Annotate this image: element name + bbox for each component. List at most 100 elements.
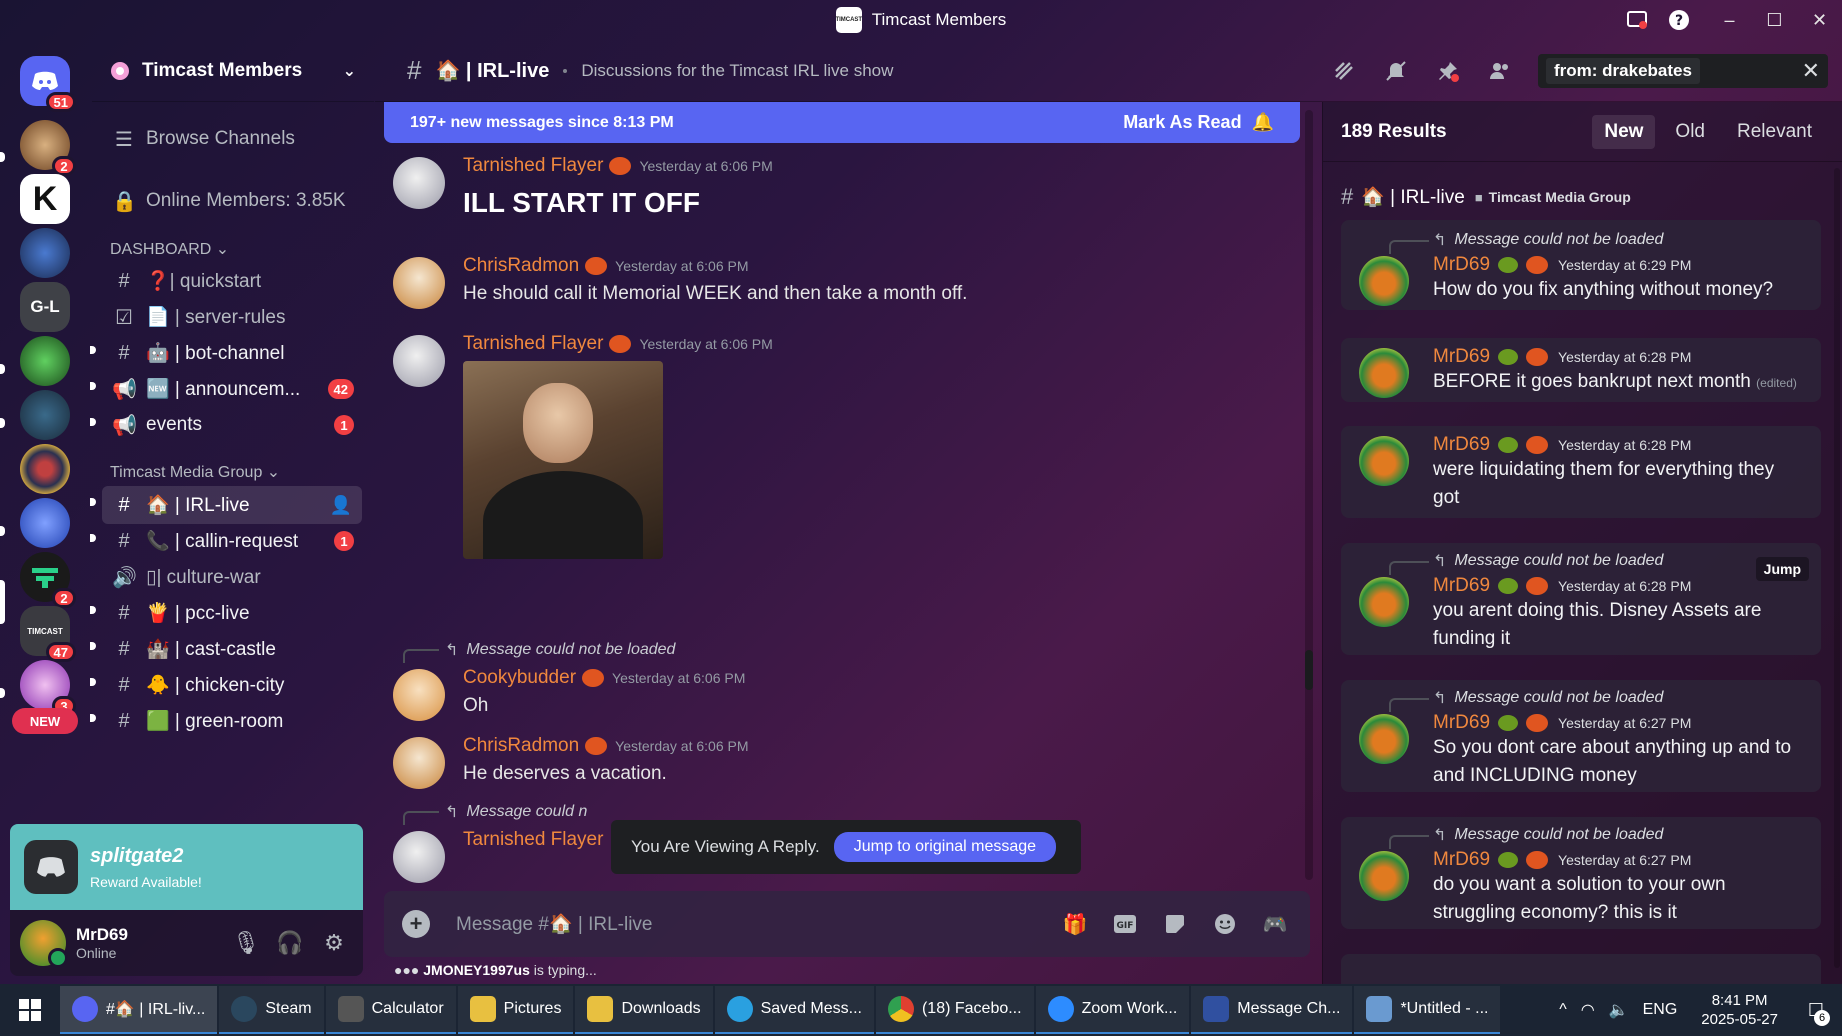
avatar[interactable] [393,669,445,721]
threads-icon[interactable] [1330,57,1358,85]
jump-button[interactable]: Jump [1755,557,1809,581]
taskbar-calculator[interactable]: Calculator [325,986,456,1034]
guild-header[interactable]: Timcast Members ⌄ [92,40,374,102]
avatar[interactable] [393,737,445,789]
chat-scrollbar[interactable] [1305,110,1313,880]
channel-irl-live[interactable]: # 🏠 | IRL-live 👤 [102,486,362,524]
taskbar-pictures[interactable]: Pictures [457,986,574,1034]
gif-icon[interactable]: GIF [1112,911,1138,937]
activities-icon[interactable]: 🎮 [1262,911,1288,937]
server-icon-k[interactable]: K [20,174,70,224]
mark-as-read-button[interactable]: Mark As Read 🔔 [1123,112,1274,133]
message-input[interactable]: Message #🏠 | IRL-live [456,912,653,936]
avatar[interactable] [1359,577,1409,627]
tray-chevron-icon[interactable]: ^ [1559,1001,1567,1019]
search-result[interactable]: ↰ Message could not be loaded MrD69 Yester… [1341,680,1821,792]
microphone-icon[interactable]: 🎙 [231,928,261,958]
server-icon-2[interactable]: 2 [20,120,76,176]
avatar[interactable] [1359,851,1409,901]
results-channel-header[interactable]: # 🏠 | IRL-live ■ Timcast Media Group [1341,184,1631,210]
result-author[interactable]: MrD69 [1433,346,1490,368]
channel-announcements[interactable]: 📢 🆕 | announcem... 42 [102,370,362,408]
channel-green-room[interactable]: # 🟩 | green-room [102,702,362,740]
message-composer[interactable]: + Message #🏠 | IRL-live 🎁 GIF 🎮 [384,891,1310,957]
channel-culture-war[interactable]: 🔊 ▯| culture-war [102,558,362,596]
windows-start-icon[interactable] [0,984,60,1036]
avatar[interactable] [393,831,445,883]
server-icon-9[interactable] [20,498,70,548]
direct-messages-button[interactable]: 51 [20,56,76,112]
notification-mute-icon[interactable] [1382,57,1410,85]
taskbar-telegram[interactable]: Saved Mess... [714,986,874,1034]
wifi-icon[interactable]: ◠ [1581,1000,1595,1020]
avatar[interactable] [393,157,445,209]
server-icon-timcast[interactable]: TIMCAST 47 [20,606,76,662]
member-list-icon[interactable] [1486,57,1514,85]
server-icon-alien[interactable] [20,336,70,386]
server-icon-7[interactable] [20,390,70,440]
search-result[interactable]: MrD69 Yesterday at 6:28 PM BEFORE it goes… [1341,338,1821,402]
gift-icon[interactable]: 🎁 [1062,911,1088,937]
category-media-group[interactable]: Timcast Media Group ⌄ [110,462,280,482]
result-author[interactable]: MrD69 [1433,434,1490,456]
taskbar-discord[interactable]: #🏠 | IRL-liv... [60,986,218,1034]
taskbar-message-chat[interactable]: Message Ch... [1191,986,1353,1034]
channel-bot-channel[interactable]: # 🤖 | bot-channel [102,334,362,372]
channel-callin-request[interactable]: # 📞 | callin-request 1 [102,522,362,560]
add-member-icon[interactable]: 👤 [330,495,352,516]
category-dashboard[interactable]: DASHBOARD ⌄ [110,239,229,259]
channel-server-rules[interactable]: ☑ 📄 | server-rules [102,298,362,336]
channel-chicken-city[interactable]: # 🐥 | chicken-city [102,666,362,704]
new-servers-button[interactable]: NEW [12,708,78,734]
search-result[interactable]: ↰ Message could not be loaded MrD69 Yester… [1341,817,1821,929]
server-icon-12[interactable]: 3 [20,660,76,716]
help-icon[interactable]: ? [1665,6,1693,34]
search-result[interactable]: Jump ↰ Message could not be loaded MrD69 Y… [1341,543,1821,655]
server-icon-gl[interactable]: G-L [20,282,70,332]
minimize-button[interactable]: – [1707,10,1752,31]
result-author[interactable]: MrD69 [1433,712,1490,734]
avatar[interactable] [393,257,445,309]
headphones-icon[interactable]: 🎧 [275,928,305,958]
channel-pcc-live[interactable]: # 🍟 | pcc-live [102,594,362,632]
inbox-icon[interactable] [1623,6,1651,34]
reply-preview[interactable]: ↰ Message could n [402,802,587,825]
taskbar-steam[interactable]: Steam [219,986,324,1034]
close-button[interactable]: ✕ [1797,10,1842,31]
notification-center-icon[interactable]: ☐ 6 [1796,990,1836,1030]
sort-old-tab[interactable]: Old [1663,115,1717,149]
taskbar-chrome[interactable]: (18) Facebo... [875,986,1034,1034]
server-icon-4[interactable] [20,228,70,278]
search-result[interactable]: MrD69 Yesterday at 6:28 PM were liquidati… [1341,426,1821,518]
scrollbar-thumb[interactable] [1305,650,1313,690]
add-attachment-icon[interactable]: + [402,910,430,938]
channel-quickstart[interactable]: # ❓| quickstart [102,262,362,300]
result-author[interactable]: MrD69 [1433,849,1490,871]
message-image[interactable] [463,361,663,559]
avatar[interactable] [393,335,445,387]
message-author[interactable]: Tarnished Flayer [463,333,603,355]
browse-channels[interactable]: ☰ Browse Channels [102,120,362,158]
message-author[interactable]: Cookybudder [463,667,576,689]
taskbar-downloads[interactable]: Downloads [575,986,713,1034]
channel-events[interactable]: 📢 events 1 [102,406,362,444]
clear-search-icon[interactable]: ✕ [1802,58,1820,84]
jump-to-original-button[interactable]: Jump to original message [833,832,1057,862]
channel-topic[interactable]: Discussions for the Timcast IRL live sho… [581,61,893,81]
avatar[interactable] [1359,256,1409,306]
avatar[interactable] [1359,714,1409,764]
search-filter-chip[interactable]: from: drakebates [1546,58,1700,84]
taskbar-notepad[interactable]: *Untitled - ... [1354,986,1501,1034]
avatar[interactable] [1359,348,1409,398]
sort-new-tab[interactable]: New [1592,114,1656,149]
reward-promo[interactable]: splitgate2 Reward Available! [10,824,363,910]
result-author[interactable]: MrD69 [1433,254,1490,276]
message-author[interactable]: Tarnished Flayer [463,155,603,177]
results-scrollbar[interactable] [1834,168,1840,968]
result-author[interactable]: MrD69 [1433,575,1490,597]
taskbar-zoom[interactable]: Zoom Work... [1035,986,1190,1034]
search-result[interactable]: ↰ Message could not be loaded MrD69 Yester… [1341,220,1821,310]
language-indicator[interactable]: ENG [1643,1001,1678,1019]
sort-relevant-tab[interactable]: Relevant [1725,115,1824,149]
message-author[interactable]: ChrisRadmon [463,735,579,757]
